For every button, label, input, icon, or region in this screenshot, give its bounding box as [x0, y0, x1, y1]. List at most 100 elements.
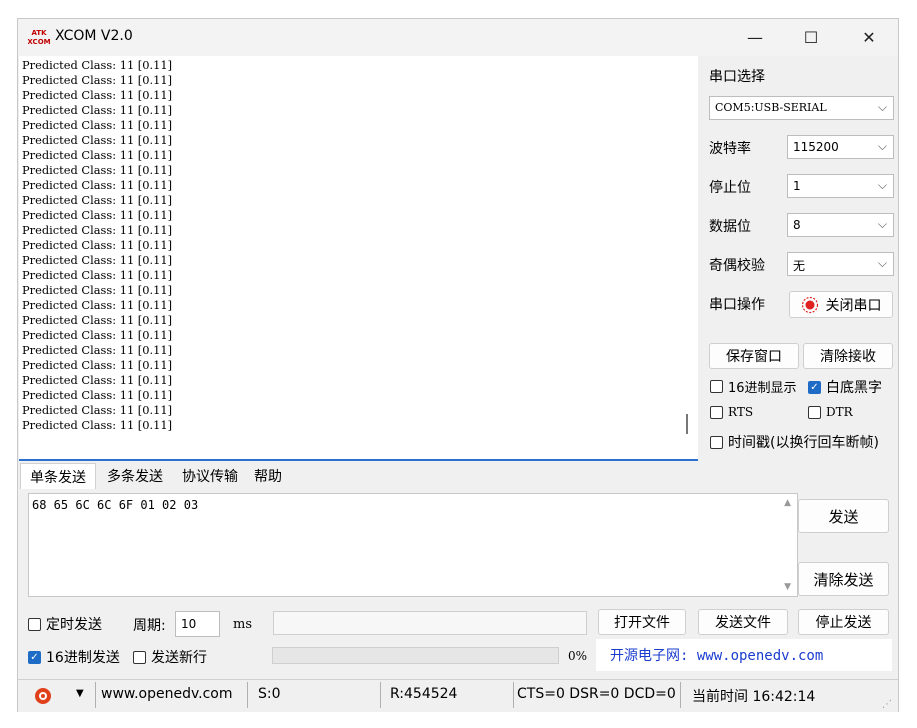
- port-select[interactable]: COM5:USB-SERIAL ⌵: [709, 96, 894, 120]
- send-label: 发送: [828, 507, 859, 526]
- progress-percent: 0%: [568, 649, 588, 663]
- period-input[interactable]: 10: [175, 611, 220, 637]
- tab-single-send[interactable]: 单条发送: [20, 463, 96, 489]
- port-select-value: COM5:USB-SERIAL: [715, 101, 827, 114]
- rts-checkbox[interactable]: RTS: [710, 405, 753, 419]
- timed-send-checkbox[interactable]: 定时发送: [28, 614, 102, 634]
- promo-banner: 开源电子网: www.openedv.com: [596, 639, 892, 671]
- receive-line: Predicted Class: 11 [0.11]: [22, 403, 173, 417]
- port-select-label: 串口选择: [709, 69, 765, 85]
- title-bar: ATK XCOM XCOM V2.0 — ☐ ✕: [18, 19, 898, 56]
- open-file-label: 打开文件: [614, 615, 670, 631]
- receive-line: Predicted Class: 11 [0.11]: [22, 103, 173, 117]
- status-url[interactable]: www.openedv.com: [101, 686, 233, 702]
- promo-link[interactable]: 开源电子网: www.openedv.com: [610, 645, 823, 665]
- chevron-down-icon: ⌵: [877, 139, 887, 153]
- status-line-state: CTS=0 DSR=0 DCD=0: [517, 686, 676, 702]
- maximize-icon[interactable]: ☐: [788, 19, 834, 56]
- parity-label: 奇偶校验: [709, 258, 765, 274]
- white-black-checkbox[interactable]: ✓ 白底黑字: [808, 377, 882, 397]
- dropdown-arrow-icon[interactable]: ▼: [76, 688, 84, 699]
- checkbox-box: [710, 380, 723, 393]
- save-window-button[interactable]: 保存窗口: [709, 343, 799, 369]
- status-circle-icon[interactable]: [34, 687, 52, 705]
- status-bar: ▼ www.openedv.com S:0 R:454524 CTS=0 DSR…: [18, 679, 898, 712]
- resize-grip-icon[interactable]: ⋰: [882, 699, 892, 710]
- receive-line: Predicted Class: 11 [0.11]: [22, 343, 173, 357]
- rts-label: RTS: [728, 405, 754, 419]
- period-unit: ms: [233, 617, 252, 632]
- send-progress-bar: [272, 647, 559, 664]
- receive-line: Predicted Class: 11 [0.11]: [22, 88, 173, 102]
- send-newline-checkbox[interactable]: 发送新行: [133, 647, 207, 667]
- clear-receive-label: 清除接收: [820, 349, 876, 365]
- file-path-field[interactable]: [273, 611, 587, 635]
- receive-line: Predicted Class: 11 [0.11]: [22, 58, 173, 72]
- stop-send-button[interactable]: 停止发送: [798, 609, 889, 635]
- stop-bits-label: 停止位: [709, 180, 751, 196]
- send-file-label: 发送文件: [715, 615, 771, 631]
- receive-line: Predicted Class: 11 [0.11]: [22, 178, 173, 192]
- timestamp-checkbox[interactable]: 时间戳(以换行回车断帧): [710, 432, 879, 452]
- scroll-up-icon[interactable]: ▲: [784, 498, 791, 508]
- save-window-label: 保存窗口: [726, 349, 782, 365]
- hex-send-label: 16进制发送: [46, 650, 120, 666]
- receive-line: Predicted Class: 11 [0.11]: [22, 208, 173, 222]
- parity-select[interactable]: 无 ⌵: [787, 252, 894, 276]
- clear-receive-button[interactable]: 清除接收: [803, 343, 893, 369]
- data-bits-label: 数据位: [709, 219, 751, 235]
- receive-line: Predicted Class: 11 [0.11]: [22, 268, 173, 282]
- receive-line: Predicted Class: 11 [0.11]: [22, 298, 173, 312]
- timed-send-label: 定时发送: [46, 617, 102, 633]
- baud-label: 波特率: [709, 141, 751, 157]
- atk-app-icon: ATK XCOM: [28, 29, 50, 46]
- close-port-button[interactable]: 关闭串口: [789, 291, 893, 318]
- data-bits-select[interactable]: 8 ⌵: [787, 213, 894, 237]
- receive-scrollbar[interactable]: [686, 414, 688, 434]
- open-file-button[interactable]: 打开文件: [598, 609, 686, 635]
- white-black-label: 白底黑字: [826, 380, 882, 396]
- dtr-checkbox[interactable]: DTR: [808, 405, 853, 419]
- send-newline-label: 发送新行: [151, 650, 207, 666]
- receive-line: Predicted Class: 11 [0.11]: [22, 148, 173, 162]
- receive-line: Predicted Class: 11 [0.11]: [22, 373, 173, 387]
- period-value: 10: [181, 617, 197, 631]
- checkbox-box: [808, 405, 821, 419]
- chevron-down-icon: ⌵: [877, 217, 887, 231]
- receive-text: Predicted Class: 11 [0.11] Predicted Clas…: [22, 58, 172, 433]
- timestamp-label: 时间戳(以换行回车断帧): [728, 435, 879, 451]
- stop-send-label: 停止发送: [815, 615, 872, 631]
- xcom-window: ATK XCOM XCOM V2.0 — ☐ ✕ Predicted Class…: [17, 18, 899, 712]
- period-label: 周期:: [133, 618, 166, 634]
- send-textarea[interactable]: 68 65 6C 6C 6F 01 02 03 ▲ ▼: [28, 493, 798, 597]
- tab-multi-send[interactable]: 多条发送: [98, 463, 172, 489]
- close-port-label: 关闭串口: [825, 297, 882, 314]
- svg-text:ATK: ATK: [31, 29, 47, 37]
- checkbox-box: [710, 405, 723, 419]
- data-bits-value: 8: [793, 218, 801, 232]
- stop-bits-select[interactable]: 1 ⌵: [787, 174, 894, 198]
- clear-send-button[interactable]: 清除发送: [798, 562, 889, 596]
- scroll-down-icon[interactable]: ▼: [784, 582, 791, 592]
- send-button[interactable]: 发送: [798, 499, 889, 533]
- send-text: 68 65 6C 6C 6F 01 02 03: [32, 498, 199, 512]
- receive-line: Predicted Class: 11 [0.11]: [22, 253, 173, 267]
- tab-help[interactable]: 帮助: [248, 463, 288, 489]
- window-title: XCOM V2.0: [55, 28, 133, 44]
- close-icon[interactable]: ✕: [846, 19, 892, 56]
- check-icon: ✓: [808, 380, 821, 394]
- send-file-button[interactable]: 发送文件: [698, 609, 788, 635]
- receive-line: Predicted Class: 11 [0.11]: [22, 283, 173, 297]
- receive-line: Predicted Class: 11 [0.11]: [22, 73, 173, 87]
- port-operation-label: 串口操作: [709, 297, 765, 313]
- hex-send-checkbox[interactable]: ✓ 16进制发送: [28, 647, 120, 667]
- clear-send-label: 清除发送: [813, 570, 874, 589]
- receive-line: Predicted Class: 11 [0.11]: [22, 358, 173, 372]
- minimize-icon[interactable]: —: [732, 19, 778, 56]
- tab-protocol[interactable]: 协议传输: [174, 463, 246, 489]
- hex-display-checkbox[interactable]: 16进制显示: [710, 377, 797, 396]
- record-icon: [801, 296, 818, 313]
- baud-select[interactable]: 115200 ⌵: [787, 135, 894, 159]
- receive-line: Predicted Class: 11 [0.11]: [22, 118, 173, 132]
- receive-textarea[interactable]: Predicted Class: 11 [0.11] Predicted Clas…: [19, 56, 698, 461]
